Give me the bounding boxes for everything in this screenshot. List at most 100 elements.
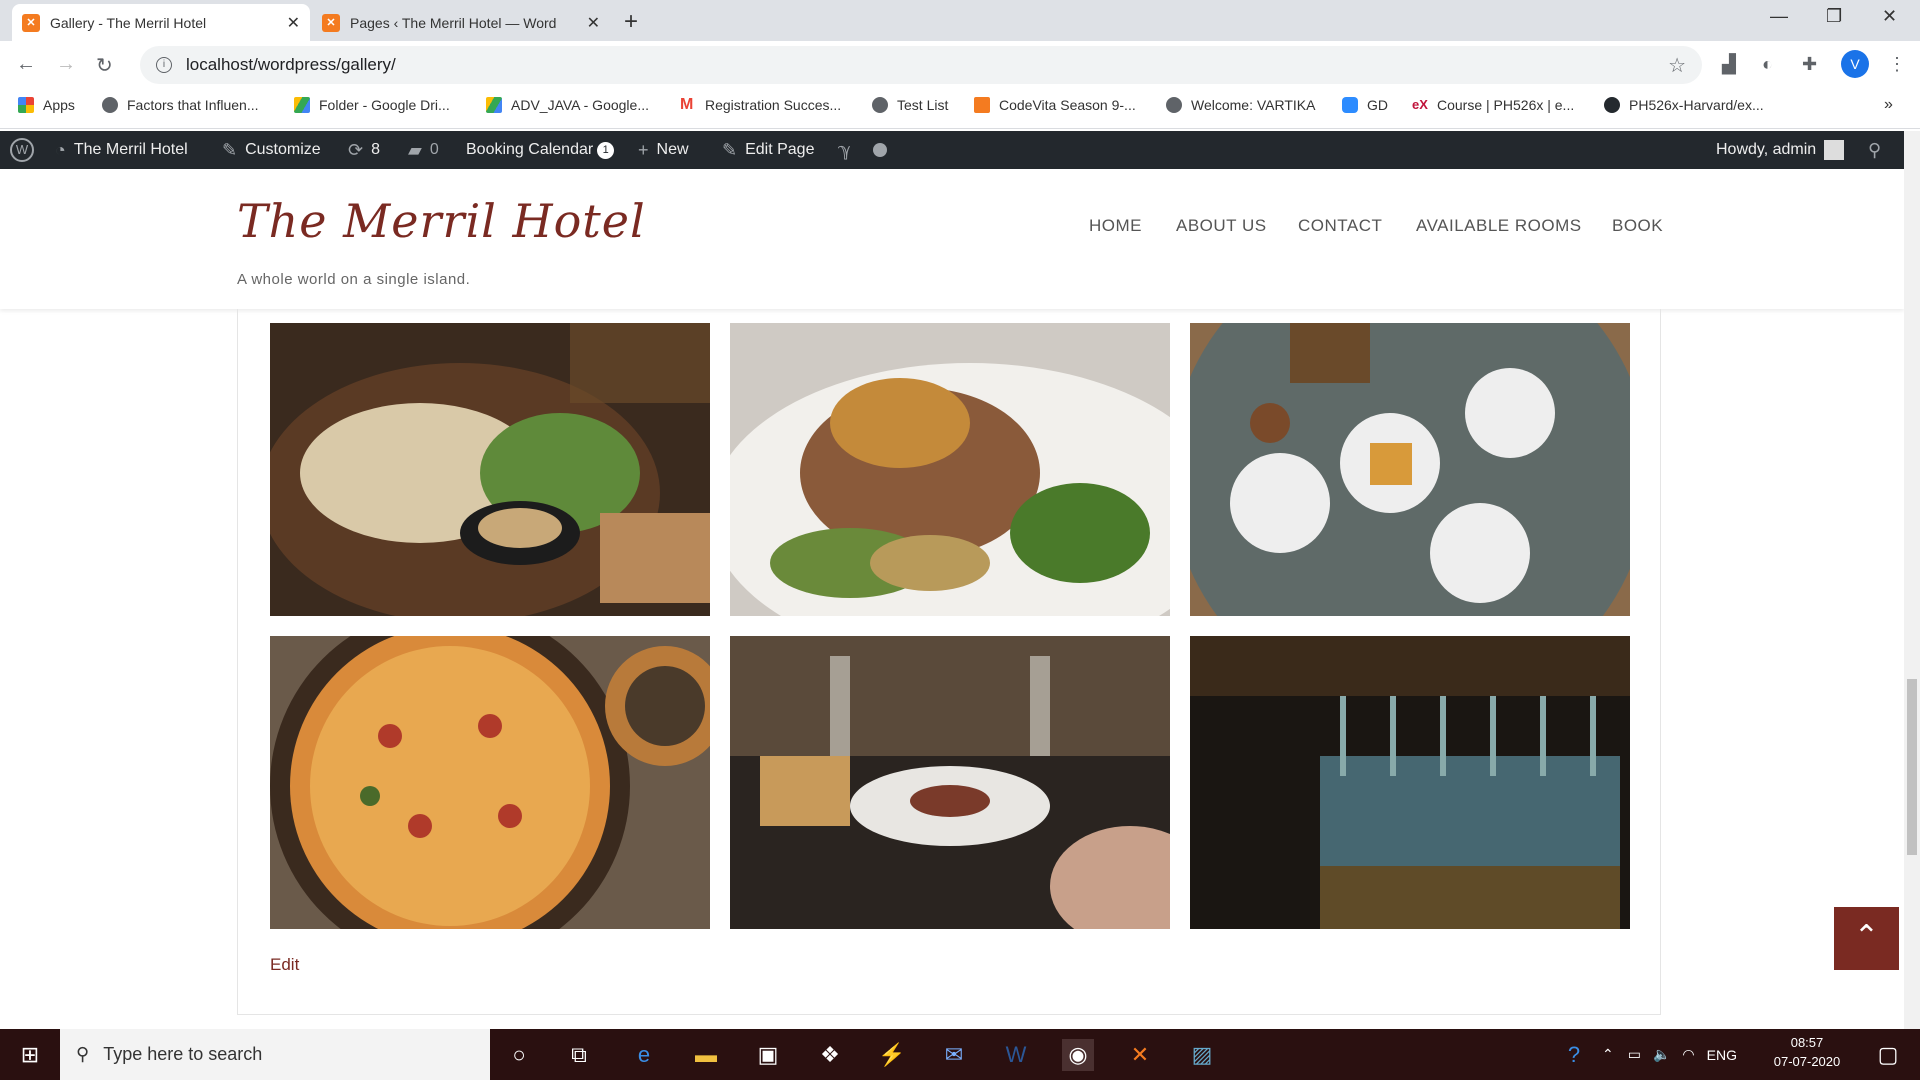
help-icon[interactable]: ? [1558,1039,1590,1071]
bookmark-item[interactable]: M Registration Succes... [680,89,841,121]
volume-icon[interactable]: 🔈 [1653,1046,1670,1063]
edit-page-link[interactable]: Edit [270,955,299,975]
updates-link[interactable]: ⟳ 8 [348,131,380,169]
bookmark-item[interactable]: GD [1342,89,1388,121]
edge-icon[interactable]: e [628,1039,660,1071]
address-bar[interactable]: i localhost/wordpress/gallery/ ☆ [140,46,1702,84]
browser-tab-strip: ✕ Gallery - The Merril Hotel ✕ ✕ Pages ‹… [0,0,1920,41]
close-tab-icon[interactable]: ✕ [587,13,600,33]
new-content-link[interactable]: + New [638,131,689,169]
restore-icon[interactable]: ❐ [1826,6,1842,27]
bookmark-item[interactable]: CodeVita Season 9-... [974,89,1136,121]
dropbox-icon[interactable]: ❖ [814,1039,846,1071]
site-tagline: A whole world on a single island. [237,271,471,288]
dashboard-gauge-icon: ◔ [55,139,66,160]
battery-icon[interactable]: ▭ [1628,1046,1641,1063]
site-title[interactable]: The Merril Hotel [237,194,646,248]
bookmark-item[interactable]: Folder - Google Dri... [294,89,450,121]
tab-pages[interactable]: ✕ Pages ‹ The Merril Hotel — Word ✕ [312,4,610,41]
gmail-icon: M [680,96,694,113]
xampp-icon[interactable]: ✕ [1124,1039,1156,1071]
back-icon[interactable]: ← [16,53,36,76]
bookmark-item[interactable]: PH526x-Harvard/ex... [1604,89,1764,121]
new-tab-icon[interactable]: + [624,8,638,36]
close-tab-icon[interactable]: ✕ [287,13,300,33]
windows-start-icon[interactable]: ⊞ [14,1039,46,1071]
wp-admin-bar: W ◔ The Merril Hotel ✎ Customize ⟳ 8 ▰ 0… [0,131,1904,169]
vscode-icon[interactable]: ⚡ [876,1039,908,1071]
circle-extension-icon[interactable]: ◐ [1762,54,1773,75]
bookmark-apps[interactable]: Apps [18,89,75,121]
nav-available-rooms[interactable]: AVAILABLE ROOMS [1416,216,1582,236]
wifi-icon[interactable]: ◠ [1682,1046,1694,1063]
edit-page-link[interactable]: ✎ Edit Page [722,131,814,169]
task-view-icon[interactable]: ⧉ [563,1039,595,1071]
bookmark-item[interactable]: eX Course | PH526x | e... [1412,89,1574,121]
menu-kebab-icon[interactable]: ⋮ [1888,54,1906,75]
word-icon[interactable]: W [1000,1039,1032,1071]
wp-logo-icon[interactable]: W [10,131,34,169]
booking-calendar-link[interactable]: Booking Calendar 1 [466,131,615,169]
bookmark-star-icon[interactable]: ☆ [1668,53,1686,78]
photos-icon[interactable]: ▨ [1186,1039,1218,1071]
google-drive-icon [486,97,502,113]
page-scrollbar[interactable] [1904,131,1920,1029]
more-bookmarks-icon[interactable]: » [1884,89,1893,121]
taskbar-search-box[interactable]: ⚲ Type here to search [60,1029,490,1080]
site-info-icon[interactable]: i [156,57,172,73]
search-icon[interactable]: ⚲ [1868,131,1881,169]
reload-icon[interactable]: ↻ [96,53,113,78]
xampp-favicon-icon: ✕ [22,13,40,32]
comments-link[interactable]: ▰ 0 [408,131,439,169]
zoom-icon [1342,97,1358,113]
close-window-icon[interactable]: ✕ [1882,6,1897,27]
chrome-icon[interactable]: ◉ [1062,1039,1094,1071]
google-drive-icon [294,97,310,113]
chevron-up-icon[interactable]: ⌃ [1602,1046,1614,1063]
bookmark-item[interactable]: Welcome: VARTIKA [1166,89,1315,121]
tab-title: Gallery - The Merril Hotel [50,14,207,31]
analytics-extension-icon[interactable]: ▟ [1722,54,1736,75]
profile-avatar[interactable]: V [1841,50,1869,78]
gallery-image-pork-chop[interactable] [730,323,1170,616]
bookmark-item[interactable]: Test List [872,89,948,121]
github-icon [1604,97,1620,113]
gallery-image-brunch-table[interactable] [1190,323,1630,616]
seo-status-dot-icon[interactable] [873,131,887,169]
tab-gallery[interactable]: ✕ Gallery - The Merril Hotel ✕ [12,4,310,41]
nav-about-us[interactable]: ABOUT US [1176,216,1267,236]
bookmark-item[interactable]: ADV_JAVA - Google... [486,89,649,121]
scroll-to-top-button[interactable]: ⌃ [1834,907,1899,970]
minimize-icon[interactable]: — [1770,6,1788,27]
forward-icon[interactable]: → [56,53,76,76]
nav-contact[interactable]: CONTACT [1298,216,1382,236]
bookmark-item[interactable]: Factors that Influen... [102,89,259,121]
windows-taskbar: ⊞ ⚲ Type here to search ○ ⧉ e ▬ ▣ ❖ ⚡ ✉ … [0,1029,1920,1080]
customize-link[interactable]: ✎ Customize [222,131,321,169]
extensions-puzzle-icon[interactable]: ✚ [1802,54,1817,75]
globe-icon [102,97,118,113]
yoast-icon[interactable]: ℽ [838,131,851,169]
gallery-image-seafood-platter[interactable] [270,323,710,616]
mail-icon[interactable]: ✉ [938,1039,970,1071]
store-icon[interactable]: ▣ [752,1039,784,1071]
gallery-image-wine-glasses[interactable] [1190,636,1630,929]
language-indicator[interactable]: ENG [1707,1047,1737,1063]
cortana-icon[interactable]: ○ [503,1039,535,1071]
clock[interactable]: 08:57 07-07-2020 [1767,1035,1847,1069]
url-text: localhost/wordpress/gallery/ [186,55,396,74]
booking-count-badge: 1 [597,141,615,159]
user-avatar-icon [1824,140,1845,160]
site-name-menu[interactable]: ◔ The Merril Hotel [55,131,188,169]
gallery-image-pizza[interactable] [270,636,710,929]
notifications-icon[interactable]: ▢ [1872,1039,1904,1071]
gallery-image-dining-table[interactable] [730,636,1170,929]
nav-book[interactable]: BOOK [1612,216,1663,236]
apps-grid-icon [18,97,34,113]
clock-date: 07-07-2020 [1773,1054,1841,1069]
file-explorer-icon[interactable]: ▬ [690,1039,722,1071]
browser-toolbar: ← → ↻ i localhost/wordpress/gallery/ ☆ ▟… [0,41,1920,89]
scrollbar-thumb[interactable] [1907,679,1917,855]
nav-home[interactable]: HOME [1089,216,1142,236]
my-account-menu[interactable]: Howdy, admin [1716,131,1845,169]
